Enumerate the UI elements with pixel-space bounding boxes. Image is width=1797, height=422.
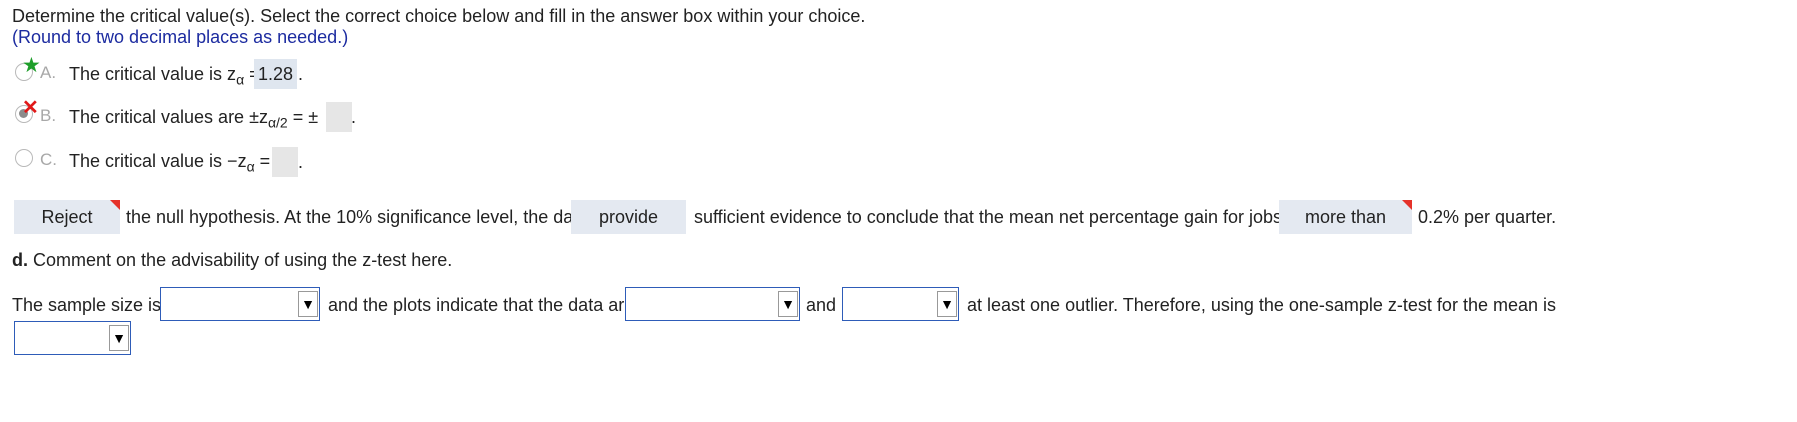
choice-b-period: . <box>351 107 357 127</box>
choice-b-label: The critical values are ±z <box>69 107 268 127</box>
choice-b-subscript: α/2 <box>267 114 288 131</box>
choice-c-label: The critical value is −z <box>69 151 247 171</box>
advisability-dropdown[interactable]: ▼ <box>14 321 131 355</box>
outlier-conclusion-text: at least one outlier. Therefore, using t… <box>967 295 1556 315</box>
part-d-heading: d. Comment on the advisability of using … <box>12 250 452 271</box>
choice-c-period: . <box>298 152 304 172</box>
choice-a-letter: A. <box>40 63 57 82</box>
chevron-down-icon[interactable]: ▼ <box>109 325 129 351</box>
choice-a-period: . <box>298 64 304 84</box>
choice-c-subscript: α <box>246 158 255 175</box>
incorrect-flag-icon <box>110 200 120 210</box>
question-instruction: Determine the critical value(s). Select … <box>12 6 866 26</box>
conclusion-text-3: 0.2% per quarter. <box>1418 207 1557 227</box>
choice-a-answer-box[interactable]: 1.28 <box>254 59 297 89</box>
conclusion-text-1: the null hypothesis. At the 10% signific… <box>126 207 589 227</box>
comparison-answer[interactable]: more than <box>1279 200 1412 234</box>
rounding-hint: (Round to two decimal places as needed.) <box>12 27 349 47</box>
choice-b-letter: B. <box>40 106 57 125</box>
choice-c-answer-box[interactable] <box>272 147 298 177</box>
decision-answer[interactable]: Reject <box>14 200 120 234</box>
chevron-down-icon[interactable]: ▼ <box>937 291 957 317</box>
incorrect-flag-icon <box>1402 200 1412 210</box>
part-d-prompt: Comment on the advisability of using the… <box>33 250 453 270</box>
and-text: and <box>806 295 837 315</box>
conclusion-text-2: sufficient evidence to conclude that the… <box>694 207 1301 227</box>
choice-c-equals: = <box>254 151 271 171</box>
correct-star-icon: ★ <box>22 54 41 77</box>
sample-size-text: The sample size is <box>12 295 162 315</box>
evidence-answer[interactable]: provide <box>571 200 686 234</box>
sample-size-dropdown[interactable]: ▼ <box>160 287 320 321</box>
choice-a-label: The critical value is z <box>69 64 237 84</box>
choice-c-radio[interactable] <box>15 149 33 167</box>
part-d-label: d. <box>12 250 28 270</box>
choice-b-text: The critical values are ±zα/2 = ± <box>69 107 318 131</box>
choice-b-answer-box[interactable] <box>326 102 352 132</box>
chevron-down-icon[interactable]: ▼ <box>778 291 798 317</box>
choice-a-text: The critical value is zα = <box>69 64 260 88</box>
distribution-dropdown[interactable]: ▼ <box>625 287 800 321</box>
choice-b-equals: = ± <box>287 107 319 127</box>
choice-c-text: The critical value is −zα = <box>69 151 270 175</box>
choice-a-subscript: α <box>236 71 245 88</box>
incorrect-x-icon: ✕ <box>22 97 39 119</box>
outlier-dropdown[interactable]: ▼ <box>842 287 959 321</box>
choice-c-letter: C. <box>40 150 57 169</box>
plots-indicate-text: and the plots indicate that the data are <box>328 295 635 315</box>
chevron-down-icon[interactable]: ▼ <box>298 291 318 317</box>
